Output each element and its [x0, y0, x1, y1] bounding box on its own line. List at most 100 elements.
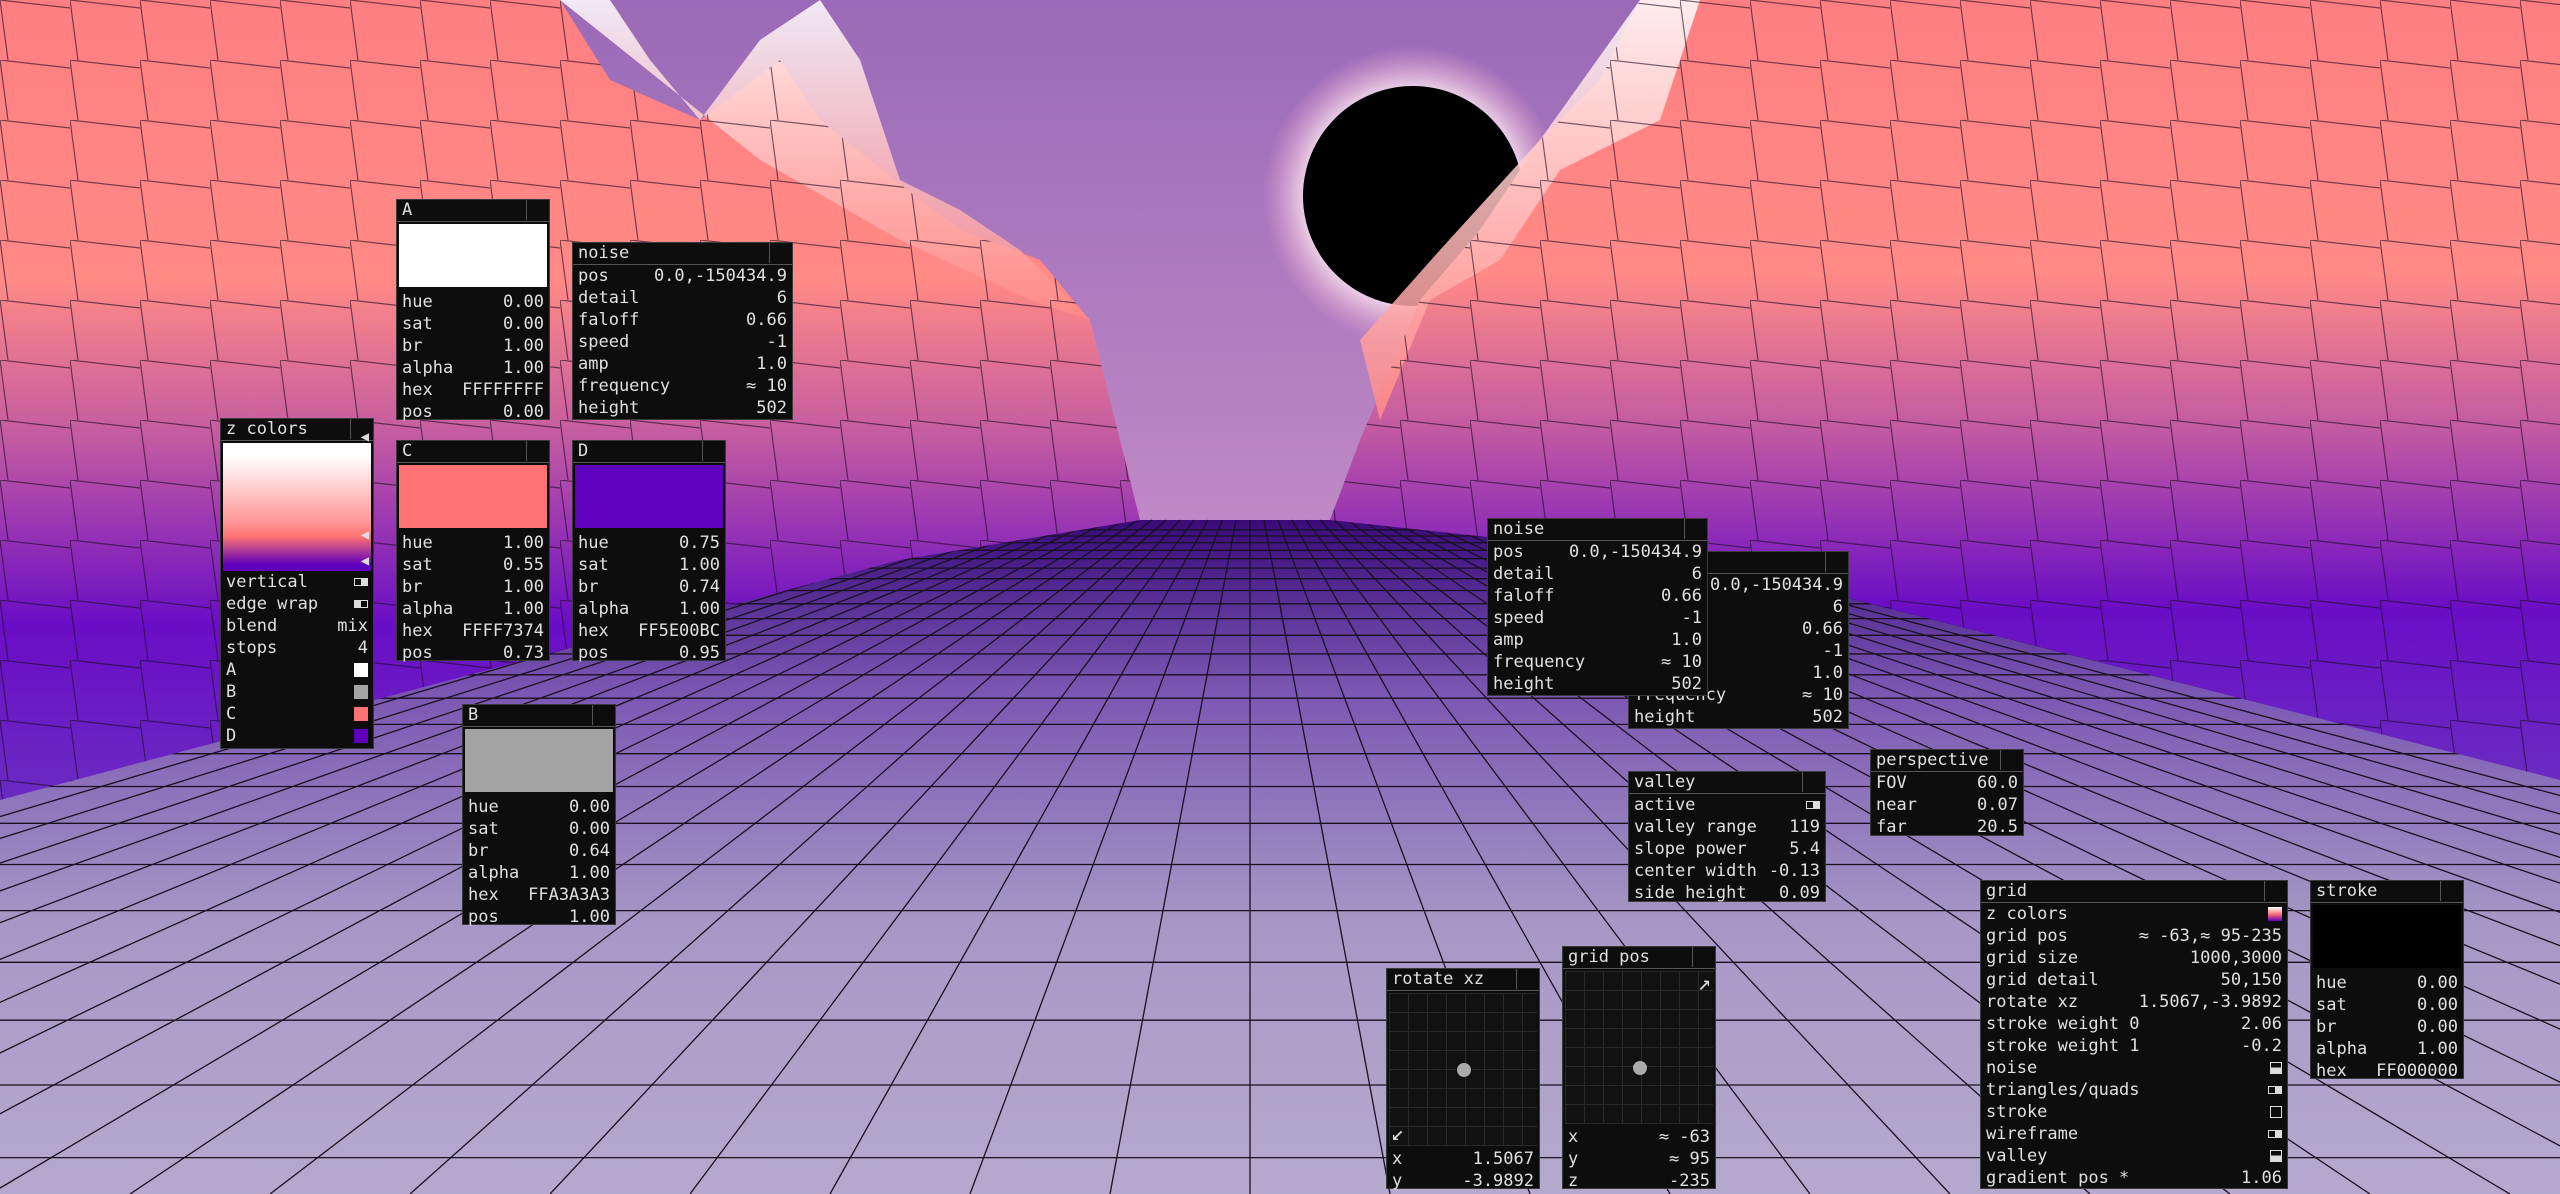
param-value[interactable]: ≈ 10: [1661, 651, 1702, 673]
z-colors-swatch[interactable]: [2268, 907, 2282, 921]
param-value[interactable]: 0.66: [746, 309, 787, 331]
alpha-value[interactable]: 1.00: [569, 862, 610, 884]
hue-value[interactable]: 0.00: [2417, 972, 2458, 994]
param-row[interactable]: side height 0.09: [1629, 882, 1825, 904]
panel-title[interactable]: rotate xz: [1387, 969, 1539, 991]
panel-title[interactable]: grid: [1981, 881, 2287, 903]
wireframe-toggle[interactable]: [2268, 1130, 2282, 1138]
collapse-button[interactable]: [526, 441, 549, 461]
param-value[interactable]: -1: [1682, 607, 1702, 629]
param-value[interactable]: -1: [767, 331, 787, 353]
param-value[interactable]: -0.13: [1769, 860, 1820, 882]
hue-value[interactable]: 0.75: [679, 532, 720, 554]
pos-row[interactable]: pos 0.95: [573, 642, 725, 664]
param-value[interactable]: ≈ 10: [746, 375, 787, 397]
collapse-button[interactable]: [1825, 552, 1848, 572]
param-row[interactable]: valley range 119: [1629, 816, 1825, 838]
hex-row[interactable]: hex FFFF7374: [397, 620, 549, 642]
param-row[interactable]: FOV 60.0: [1871, 772, 2023, 794]
panel-title[interactable]: grid pos: [1563, 947, 1715, 969]
br-value[interactable]: 0.00: [2417, 1016, 2458, 1038]
collapse-button[interactable]: [2440, 881, 2463, 901]
panel-title[interactable]: C: [397, 441, 549, 463]
stroke-checkbox[interactable]: [2270, 1106, 2282, 1118]
collapse-button[interactable]: [769, 243, 792, 263]
alpha-row[interactable]: alpha 1.00: [573, 598, 725, 620]
perspective-panel[interactable]: perspective FOV 60.0 near 0.07 far 20.5: [1870, 749, 2024, 837]
collapse-button[interactable]: [1516, 969, 1539, 989]
pos-value[interactable]: 1.00: [569, 906, 610, 928]
x-row[interactable]: x ≈ -63: [1563, 1126, 1715, 1148]
vertical-row[interactable]: vertical: [221, 571, 373, 593]
param-row[interactable]: frequency ≈ 10: [1488, 651, 1707, 673]
gradient-preview[interactable]: ◀ ◀ ◀: [223, 429, 371, 571]
hue-value[interactable]: 1.00: [503, 532, 544, 554]
sat-row[interactable]: sat 0.00: [2311, 994, 2463, 1016]
param-value[interactable]: 6: [1833, 596, 1843, 618]
br-row[interactable]: br 0.00: [2311, 1016, 2463, 1038]
param-row[interactable]: speed -1: [1488, 607, 1707, 629]
y-row[interactable]: y ≈ 95: [1563, 1148, 1715, 1170]
param-value[interactable]: 1.0: [1671, 629, 1702, 651]
alpha-value[interactable]: 1.00: [503, 598, 544, 620]
br-row[interactable]: br 1.00: [397, 576, 549, 598]
hue-value[interactable]: 0.00: [503, 291, 544, 313]
noise-panel[interactable]: noise pos 0.0,-150434.9 detail 6 faloff 0.66 s…: [572, 242, 793, 420]
param-row[interactable]: frequency ≈ 10: [573, 375, 792, 397]
param-value[interactable]: 502: [1812, 706, 1843, 728]
gradient-pos-row[interactable]: gradient pos * 1.06: [1981, 1167, 2287, 1189]
stop-a-row[interactable]: A: [221, 659, 373, 681]
noise-row[interactable]: noise: [1981, 1057, 2287, 1079]
collapse-button[interactable]: [1684, 519, 1707, 539]
sat-value[interactable]: 0.00: [569, 818, 610, 840]
stops-row[interactable]: stops 4: [221, 637, 373, 659]
hue-row[interactable]: hue 0.00: [2311, 972, 2463, 994]
collapse-button[interactable]: [526, 200, 549, 220]
pos-value[interactable]: 0.95: [679, 642, 720, 664]
param-row[interactable]: amp 1.0: [1488, 629, 1707, 651]
sat-row[interactable]: sat 0.00: [463, 818, 615, 840]
z-row[interactable]: z -235: [1563, 1170, 1715, 1192]
hex-value[interactable]: FFFFFFFF: [462, 379, 544, 401]
param-value[interactable]: ≈ 10: [1802, 684, 1843, 706]
param-value[interactable]: 1.5067,-3.9892: [2139, 991, 2282, 1013]
sat-row[interactable]: sat 0.55: [397, 554, 549, 576]
param-value[interactable]: 1000,3000: [2190, 947, 2282, 969]
alpha-row[interactable]: alpha 1.00: [463, 862, 615, 884]
valley-checkbox[interactable]: [2270, 1150, 2282, 1162]
param-row[interactable]: height 502: [1488, 673, 1707, 695]
hex-row[interactable]: hex FF000000: [2311, 1060, 2463, 1082]
param-row[interactable]: grid size 1000,3000: [1981, 947, 2287, 969]
color-swatch-d[interactable]: [354, 729, 368, 743]
br-row[interactable]: br 0.64: [463, 840, 615, 862]
stop-handle-icon[interactable]: ◀: [361, 527, 369, 543]
pos-row[interactable]: pos 1.00: [463, 906, 615, 928]
sat-value[interactable]: 1.00: [679, 554, 720, 576]
panel-title[interactable]: noise: [573, 243, 792, 265]
stroke-color-panel[interactable]: stroke hue 0.00 sat 0.00 br 0.00 alpha 1.00 …: [2310, 880, 2464, 1082]
param-row[interactable]: grid pos ≈ -63,≈ 95-235: [1981, 925, 2287, 947]
color-swatch-stroke[interactable]: [2313, 905, 2461, 968]
param-value[interactable]: 50,150: [2221, 969, 2282, 991]
z-colors-row[interactable]: z colors: [1981, 903, 2287, 925]
hex-row[interactable]: hex FFA3A3A3: [463, 884, 615, 906]
hex-row[interactable]: hex FFFFFFFF: [397, 379, 549, 401]
param-row[interactable]: height 502: [573, 397, 792, 419]
color-stop-panel-a[interactable]: A hue 0.00 sat 0.00 br 1.00 alpha 1.00 hex FF…: [396, 199, 550, 422]
panel-title[interactable]: B: [463, 705, 615, 727]
z-value[interactable]: -235: [1669, 1170, 1710, 1192]
param-value[interactable]: 119: [1789, 816, 1820, 838]
stops-value[interactable]: 4: [358, 637, 368, 659]
alpha-value[interactable]: 1.00: [503, 357, 544, 379]
param-row[interactable]: stroke weight 0 2.06: [1981, 1013, 2287, 1035]
triangles-quads-toggle[interactable]: [2268, 1086, 2282, 1094]
param-value[interactable]: 502: [756, 397, 787, 419]
color-stop-panel-d[interactable]: D hue 0.75 sat 1.00 br 0.74 alpha 1.00 hex FF…: [572, 440, 726, 664]
alpha-value[interactable]: 1.00: [679, 598, 720, 620]
panel-title[interactable]: perspective: [1871, 750, 2023, 772]
hue-row[interactable]: hue 0.75: [573, 532, 725, 554]
color-swatch-b[interactable]: [354, 685, 368, 699]
param-row[interactable]: faloff 0.66: [573, 309, 792, 331]
param-value[interactable]: ≈ -63,≈ 95-235: [2139, 925, 2282, 947]
y-row[interactable]: y -3.9892: [1387, 1170, 1539, 1192]
